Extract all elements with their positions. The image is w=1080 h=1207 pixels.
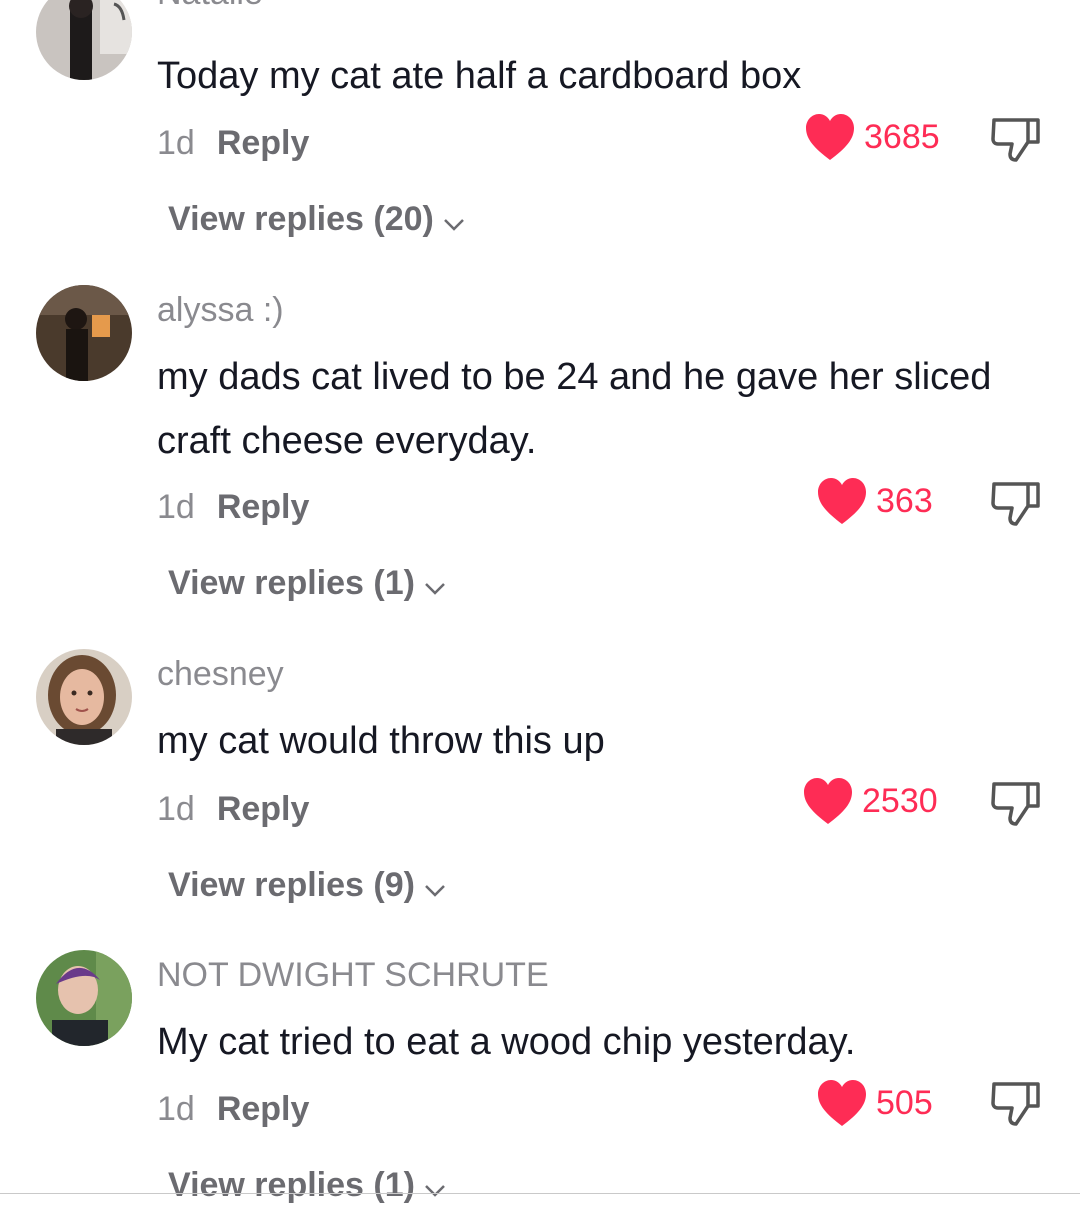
reply-button[interactable]: Reply bbox=[217, 1090, 310, 1128]
view-replies-label: View replies (9) bbox=[168, 866, 415, 904]
comment-time: 1d bbox=[157, 124, 195, 162]
view-replies-button[interactable]: View replies (9) bbox=[168, 866, 447, 907]
thumbs-down-icon[interactable] bbox=[990, 1080, 1042, 1131]
chevron-down-icon bbox=[423, 566, 447, 605]
comment-username[interactable]: alyssa :) bbox=[157, 291, 284, 330]
reply-button[interactable]: Reply bbox=[217, 790, 310, 828]
like-count: 505 bbox=[876, 1083, 933, 1122]
thumbs-down-icon[interactable] bbox=[990, 116, 1042, 167]
like-button[interactable]: 3685 bbox=[804, 112, 940, 162]
view-replies-label: View replies (1) bbox=[168, 564, 415, 602]
like-count: 363 bbox=[876, 481, 933, 520]
comment-meta: 1d Reply bbox=[157, 1090, 309, 1129]
heart-icon bbox=[802, 776, 854, 826]
like-count: 2530 bbox=[862, 781, 938, 820]
like-button[interactable]: 2530 bbox=[802, 776, 938, 826]
comment-time: 1d bbox=[157, 488, 195, 526]
comment-text: my dads cat lived to be 24 and he gave h… bbox=[157, 356, 992, 462]
comment-text: Today my cat ate half a cardboard box bbox=[157, 55, 802, 97]
comment-text: my cat would throw this up bbox=[157, 720, 605, 762]
avatar[interactable] bbox=[36, 285, 132, 381]
comment-meta: 1d Reply bbox=[157, 790, 309, 829]
view-replies-button[interactable]: View replies (1) bbox=[168, 1166, 447, 1207]
comment-username[interactable]: chesney bbox=[157, 655, 284, 694]
view-replies-label: View replies (20) bbox=[168, 200, 434, 238]
like-count: 3685 bbox=[864, 117, 940, 156]
comment-meta: 1d Reply bbox=[157, 488, 309, 527]
heart-icon bbox=[804, 112, 856, 162]
like-button[interactable]: 363 bbox=[816, 476, 933, 526]
comment-time: 1d bbox=[157, 790, 195, 828]
comment-username[interactable]: Natalie bbox=[157, 0, 263, 13]
heart-icon bbox=[816, 1078, 868, 1128]
reply-button[interactable]: Reply bbox=[217, 124, 310, 162]
comment-time: 1d bbox=[157, 1090, 195, 1128]
reply-button[interactable]: Reply bbox=[217, 488, 310, 526]
view-replies-button[interactable]: View replies (1) bbox=[168, 564, 447, 605]
chevron-down-icon bbox=[423, 868, 447, 907]
bottom-divider bbox=[0, 1193, 1080, 1194]
view-replies-label: View replies (1) bbox=[168, 1166, 415, 1204]
comment-meta: 1d Reply bbox=[157, 124, 309, 163]
thumbs-down-icon[interactable] bbox=[990, 480, 1042, 531]
heart-icon bbox=[816, 476, 868, 526]
like-button[interactable]: 505 bbox=[816, 1078, 933, 1128]
comment-username[interactable]: NOT DWIGHT SCHRUTE bbox=[157, 956, 549, 995]
avatar[interactable] bbox=[36, 649, 132, 745]
avatar[interactable] bbox=[36, 950, 132, 1046]
chevron-down-icon bbox=[423, 1168, 447, 1207]
chevron-down-icon bbox=[442, 202, 466, 241]
avatar[interactable] bbox=[36, 0, 132, 80]
comment-text: My cat tried to eat a wood chip yesterda… bbox=[157, 1021, 856, 1063]
thumbs-down-icon[interactable] bbox=[990, 780, 1042, 831]
view-replies-button[interactable]: View replies (20) bbox=[168, 200, 466, 241]
